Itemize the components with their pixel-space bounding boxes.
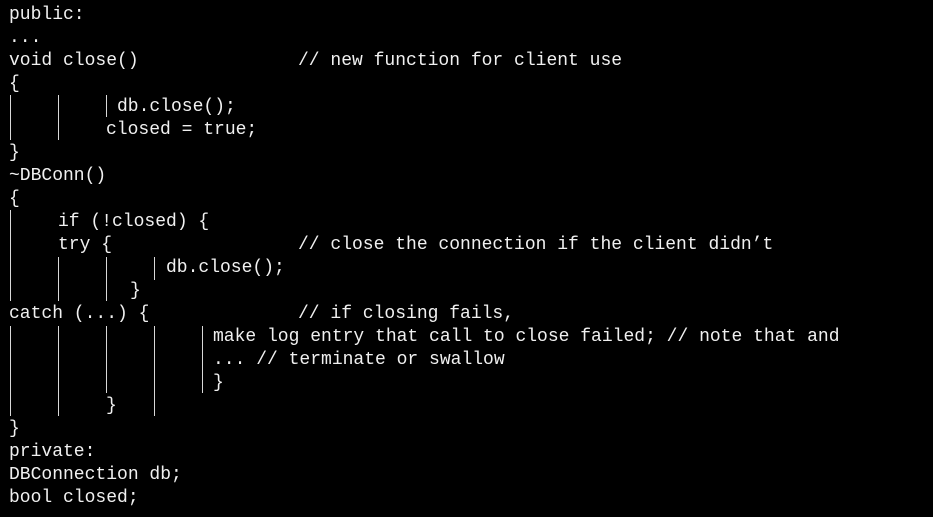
code-line-db-close-in-try: db.close(); bbox=[166, 258, 285, 278]
indent-guide-catch-level-2 bbox=[58, 326, 59, 416]
code-line-open-brace: { bbox=[9, 74, 20, 94]
code-line-private: private: bbox=[9, 442, 96, 462]
indent-guide-catch-level-5 bbox=[202, 326, 203, 393]
indent-guide-catch-level-1 bbox=[10, 326, 11, 416]
code-line-try-close-brace: } bbox=[130, 281, 141, 301]
code-line-db-close: db.close(); bbox=[117, 97, 236, 117]
code-line-close-signature: void close() bbox=[9, 51, 139, 71]
code-line-public: public: bbox=[9, 5, 85, 25]
code-line-if-close-brace: } bbox=[106, 396, 117, 416]
code-line-log-entry: make log entry that call to close failed… bbox=[213, 327, 840, 347]
code-line-if-not-closed: if (!closed) { bbox=[58, 212, 210, 232]
code-line-dbconnection-field: DBConnection db; bbox=[9, 465, 182, 485]
indent-guide-close-level-3 bbox=[106, 95, 107, 117]
code-line-destructor-open-brace: { bbox=[9, 189, 20, 209]
code-comment-close-connection: // close the connection if the client di… bbox=[298, 235, 774, 255]
code-comment-new-function: // new function for client use bbox=[298, 51, 623, 71]
code-comment-if-closing-fails: // if closing fails, bbox=[298, 304, 515, 324]
indent-guide-close-level-1 bbox=[10, 95, 11, 140]
indent-guide-destructor-level-1 bbox=[10, 210, 11, 301]
indent-guide-catch-level-3 bbox=[106, 326, 107, 393]
code-line-close-brace: } bbox=[9, 143, 20, 163]
code-line-terminate-or-swallow: ... // terminate or swallow bbox=[213, 350, 505, 370]
code-line-catch-close-brace: } bbox=[213, 373, 224, 393]
code-line-bool-closed-field: bool closed; bbox=[9, 488, 139, 508]
indent-guide-try-level-3 bbox=[106, 257, 107, 301]
indent-guide-try-level-4 bbox=[154, 257, 155, 280]
code-line-destructor: ~DBConn() bbox=[9, 166, 107, 186]
code-line-catch: catch (...) { bbox=[9, 304, 150, 324]
code-line-closed-true: closed = true; bbox=[106, 120, 258, 140]
indent-guide-try-level-2 bbox=[58, 257, 59, 301]
indent-guide-close-level-2 bbox=[58, 95, 59, 140]
code-window: public: ... void close() // new function… bbox=[0, 0, 933, 517]
code-line-ellipsis: ... bbox=[9, 28, 42, 48]
code-line-destructor-close-brace: } bbox=[9, 419, 20, 439]
indent-guide-catch-level-4 bbox=[154, 326, 155, 416]
code-line-try: try { bbox=[58, 235, 113, 255]
